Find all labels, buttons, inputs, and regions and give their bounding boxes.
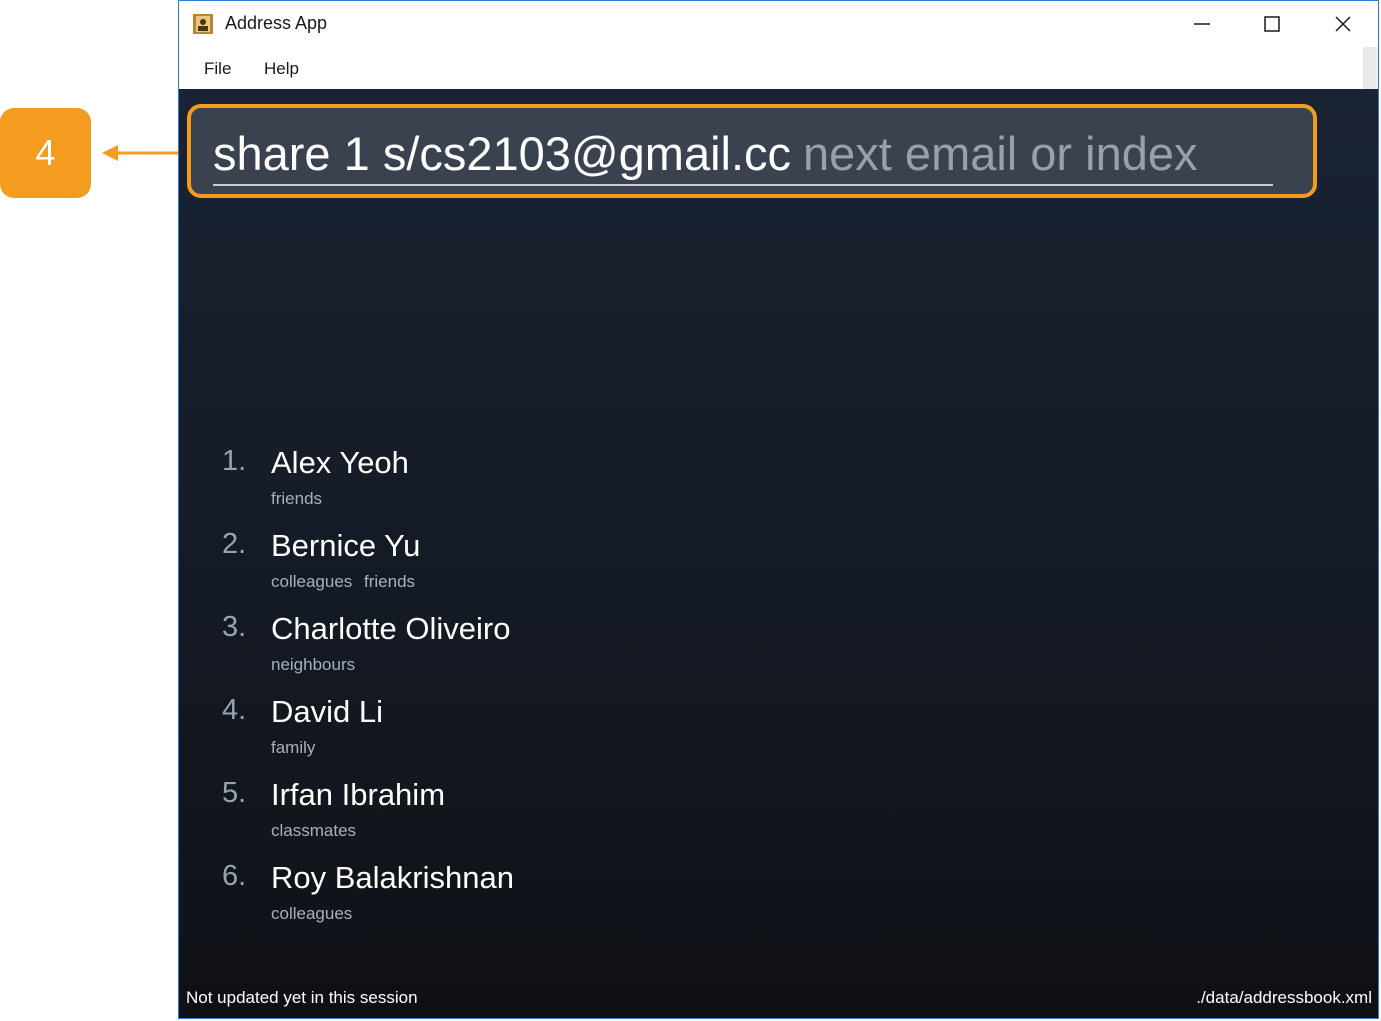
main-panel: share 1 s/cs2103@gmail.cc next email or i… bbox=[179, 89, 1378, 1018]
step-callout-label: 4 bbox=[35, 132, 56, 173]
app-window: Address App File Help share 1 s/cs2103@g… bbox=[178, 0, 1379, 1019]
sync-status: Not updated yet in this session bbox=[186, 988, 418, 1007]
person-tags: family bbox=[271, 738, 322, 758]
callout-arrow-icon bbox=[102, 145, 190, 161]
command-box: share 1 s/cs2103@gmail.cc next email or i… bbox=[187, 104, 1317, 198]
minimize-icon bbox=[1194, 23, 1210, 25]
person-name: Irfan Ibrahim bbox=[271, 777, 446, 812]
person-name: David Li bbox=[271, 694, 383, 729]
person-card[interactable]: 2. Bernice Yu colleagues friends bbox=[179, 528, 779, 608]
command-typed-text: share 1 s/cs2103@gmail.cc bbox=[213, 127, 792, 180]
close-button[interactable] bbox=[1308, 1, 1378, 47]
person-index: 4. bbox=[222, 694, 247, 726]
person-name: Charlotte Oliveiro bbox=[271, 611, 511, 646]
save-location: ./data/addressbook.xml bbox=[1196, 988, 1372, 1007]
person-tags: neighbours bbox=[271, 655, 362, 675]
person-card[interactable]: 5. Irfan Ibrahim classmates bbox=[179, 777, 779, 857]
person-index: 6. bbox=[222, 860, 247, 892]
status-bar: Not updated yet in this session ./data/a… bbox=[179, 978, 1378, 1018]
person-index: 5. bbox=[222, 777, 247, 809]
person-index: 2. bbox=[222, 528, 247, 560]
person-tag: friends bbox=[271, 489, 323, 508]
person-tag: colleagues bbox=[271, 904, 353, 923]
person-card[interactable]: 1. Alex Yeoh friends bbox=[179, 445, 779, 525]
menu-bar: File Help bbox=[179, 47, 1378, 89]
person-tag: family bbox=[271, 738, 316, 757]
close-icon bbox=[1335, 16, 1351, 32]
person-card[interactable]: 4. David Li family bbox=[179, 694, 779, 774]
person-tags: colleagues friends bbox=[271, 572, 422, 592]
window-title: Address App bbox=[225, 13, 328, 33]
scrollbar[interactable] bbox=[1363, 47, 1377, 89]
person-card[interactable]: 3. Charlotte Oliveiro neighbours bbox=[179, 611, 779, 691]
maximize-icon bbox=[1264, 16, 1280, 32]
person-card[interactable]: 6. Roy Balakrishnan colleagues bbox=[179, 860, 779, 940]
menu-file[interactable]: File bbox=[204, 59, 231, 79]
title-bar[interactable]: Address App bbox=[179, 1, 1378, 47]
person-name: Roy Balakrishnan bbox=[271, 860, 514, 895]
step-callout: 4 bbox=[0, 108, 91, 198]
command-suggestion: next email or index bbox=[803, 127, 1198, 180]
person-tags: friends bbox=[271, 489, 329, 509]
menu-help[interactable]: Help bbox=[264, 59, 299, 79]
person-tag: colleagues bbox=[271, 572, 353, 591]
person-name: Bernice Yu bbox=[271, 528, 421, 563]
person-tag: neighbours bbox=[271, 655, 356, 674]
person-index: 3. bbox=[222, 611, 247, 643]
person-tags: classmates bbox=[271, 821, 363, 841]
command-input[interactable]: share 1 s/cs2103@gmail.cc next email or i… bbox=[213, 126, 1273, 186]
person-index: 1. bbox=[222, 445, 247, 477]
app-icon bbox=[193, 14, 213, 34]
person-name: Alex Yeoh bbox=[271, 445, 409, 480]
maximize-button[interactable] bbox=[1237, 1, 1307, 47]
person-tag: friends bbox=[364, 572, 416, 591]
minimize-button[interactable] bbox=[1167, 1, 1237, 47]
person-tag: classmates bbox=[271, 821, 357, 840]
person-tags: colleagues bbox=[271, 904, 359, 924]
